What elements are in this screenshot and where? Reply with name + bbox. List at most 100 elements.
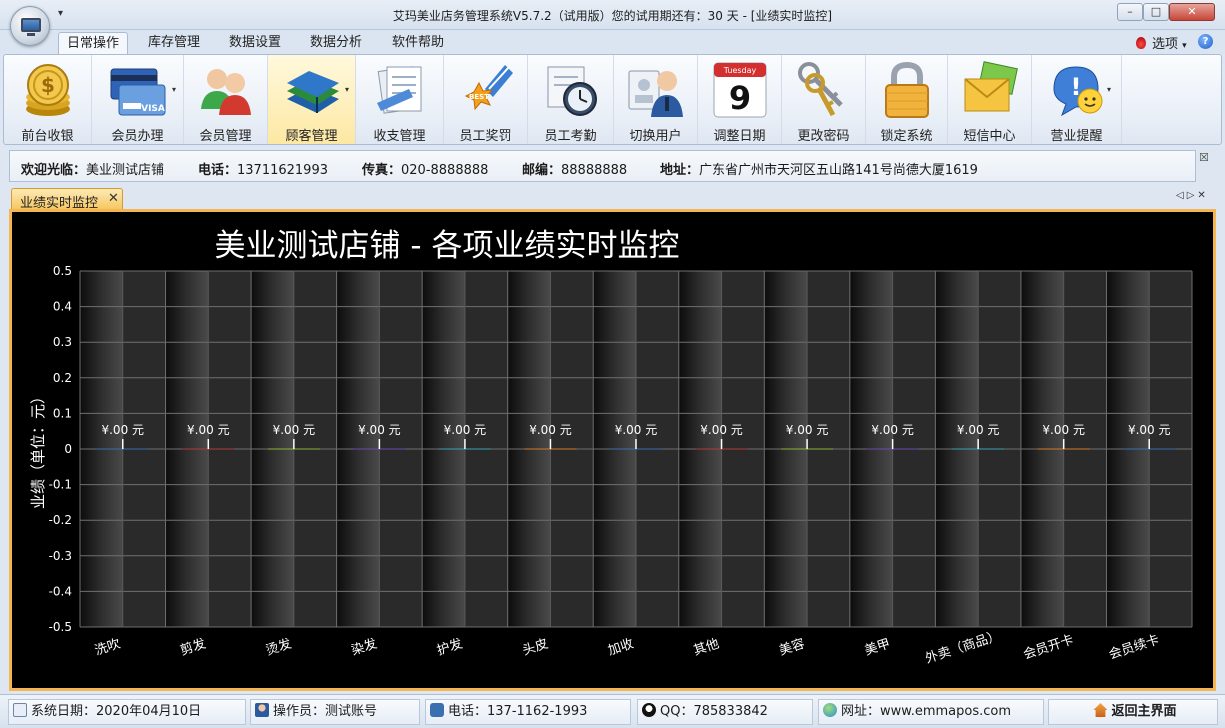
ribbon-label: 会员办理 [111, 129, 164, 144]
chevron-down-icon[interactable]: ▾ [172, 85, 176, 94]
y-tick-label: -0.3 [49, 549, 72, 563]
award-badge-icon: BEST [464, 65, 513, 111]
ribbon-toolbar: $ 前台收银 VISA ▾ 会员办理 会员管理 ▾ 顾客管理 收支管理 BEST… [3, 54, 1222, 145]
tab-daily-operations[interactable]: 日常操作 [58, 32, 129, 55]
maximize-button[interactable]: □ [1143, 3, 1169, 21]
member-card-icon: VISA [110, 68, 165, 116]
return-home-button[interactable]: 返回主界面 [1048, 699, 1218, 725]
y-tick-label: 0.3 [53, 335, 72, 349]
calendar-icon: Tuesday 9 [713, 62, 766, 118]
skin-icon [1136, 37, 1146, 49]
business-reminder-button[interactable]: ! ▾ 营业提醒 [1032, 55, 1122, 144]
x-tick-label: 美甲 [863, 637, 892, 659]
ribbon-label: 员工考勤 [544, 129, 597, 144]
tab-software-help[interactable]: 软件帮助 [384, 32, 452, 55]
staff-reward-button[interactable]: BEST 员工奖罚 [444, 55, 528, 144]
y-tick-label: -0.1 [49, 478, 72, 492]
qq-penguin-icon [642, 703, 656, 717]
front-desk-cashier-button[interactable]: $ 前台收银 [4, 55, 92, 144]
adjust-date-button[interactable]: Tuesday 9 调整日期 [698, 55, 782, 144]
documents-icon [376, 66, 421, 114]
coins-icon: $ [25, 64, 70, 116]
globe-icon [823, 703, 837, 717]
options-menu[interactable]: 选项 ▾ [1136, 33, 1187, 52]
users-icon [200, 69, 251, 115]
staff-attendance-button[interactable]: 员工考勤 [528, 55, 614, 144]
monitor-icon [21, 18, 41, 32]
smiley-alert-icon: ! [1052, 66, 1102, 117]
document-tab-strip: 业绩实时监控 ✕ [0, 186, 1225, 211]
ribbon-label: 员工奖罚 [459, 129, 512, 144]
operator-status: 操作员：测试账号 [250, 699, 420, 725]
data-label: ¥.00 元 [957, 423, 1000, 437]
x-tick-label: 护发 [435, 636, 465, 659]
fax-info: 传真：020-8888888 [362, 163, 489, 178]
y-tick-label: 0.4 [53, 300, 72, 314]
tab-data-analysis[interactable]: 数据分析 [302, 32, 370, 55]
title-bar: 艾玛美业店务管理系统V5.7.2（试用版）您的试用期还有：30 天 - [业绩实… [0, 0, 1225, 30]
phone-info: 电话：13711621993 [198, 163, 328, 178]
data-label: ¥.00 元 [529, 423, 572, 437]
address-info: 地址：广东省广州市天河区五山路141号尚德大厦1619 [660, 163, 978, 178]
help-icon[interactable]: ? [1198, 34, 1213, 49]
sms-center-button[interactable]: 短信中心 [948, 55, 1032, 144]
svg-text:$: $ [41, 73, 55, 97]
lock-system-button[interactable]: 锁定系统 [866, 55, 948, 144]
ribbon-label: 短信中心 [963, 129, 1016, 144]
chevron-down-icon: ▾ [1182, 41, 1187, 51]
income-expense-button[interactable]: 收支管理 [356, 55, 444, 144]
data-label: ¥.00 元 [187, 423, 230, 437]
chart-panel: 美业测试店铺 - 各项业绩实时监控 业绩（单位：元） 0.5 0.4 0.3 0.2 0.1… [9, 209, 1216, 691]
zip-info: 邮编：88888888 [522, 163, 628, 178]
chevron-down-icon[interactable]: ▾ [345, 85, 349, 94]
tab-inventory[interactable]: 库存管理 [140, 32, 208, 55]
y-axis-label: 业绩（单位：元） [29, 389, 47, 509]
website-status[interactable]: 网址：www.emmapos.com [818, 699, 1044, 725]
minimize-button[interactable]: – [1117, 3, 1143, 21]
system-date-status: 系统日期：2020年04月10日 [8, 699, 246, 725]
close-info-bar-icon[interactable]: ☒ [1199, 151, 1209, 164]
svg-text:9: 9 [728, 79, 750, 117]
data-label: ¥.00 元 [1042, 423, 1085, 437]
ribbon-label: 营业提醒 [1050, 129, 1103, 144]
data-label: ¥.00 元 [101, 423, 144, 437]
tab-data-settings[interactable]: 数据设置 [221, 32, 289, 55]
books-icon [286, 71, 339, 113]
quick-access-dropdown-icon[interactable]: ▾ [58, 8, 63, 19]
y-tick-label: -0.2 [49, 513, 72, 527]
status-bar: 系统日期：2020年04月10日 操作员：测试账号 电话：137-1162-19… [0, 694, 1225, 728]
ribbon-label: 切换用户 [629, 129, 682, 144]
tab-realtime-monitor[interactable]: 业绩实时监控 ✕ [11, 188, 123, 211]
app-menu-button[interactable] [10, 6, 50, 46]
data-label: ¥.00 元 [273, 423, 316, 437]
envelope-icon [963, 61, 1018, 112]
close-tab-icon[interactable]: ✕ [108, 191, 119, 206]
ribbon-label: 调整日期 [713, 129, 766, 144]
phone-icon [430, 703, 444, 717]
ribbon-label: 锁定系统 [880, 129, 933, 144]
close-window-button[interactable]: ✕ [1169, 3, 1215, 21]
data-label: ¥.00 元 [358, 423, 401, 437]
home-icon [1093, 703, 1108, 717]
x-tick-label: 美容 [777, 636, 807, 659]
tab-navigation[interactable]: ◁▷✕ [1176, 190, 1209, 201]
x-tick-label: 烫发 [264, 636, 294, 659]
change-password-button[interactable]: 更改密码 [782, 55, 866, 144]
svg-text:VISA: VISA [141, 104, 165, 114]
chevron-down-icon[interactable]: ▾ [1107, 85, 1111, 94]
welcome-info: 欢迎光临：美业测试店铺 [21, 163, 165, 178]
svg-text:BEST: BEST [469, 93, 489, 101]
member-register-button[interactable]: VISA ▾ 会员办理 [92, 55, 184, 144]
x-tick-label: 头皮 [521, 637, 550, 659]
x-tick-label: 剪发 [178, 636, 208, 659]
window-title: 艾玛美业店务管理系统V5.7.2（试用版）您的试用期还有：30 天 - [业绩实… [392, 9, 833, 23]
ribbon-label: 更改密码 [797, 129, 850, 144]
x-tick-label: 加收 [606, 637, 635, 659]
ribbon-label: 收支管理 [373, 129, 426, 144]
switch-user-button[interactable]: 切换用户 [614, 55, 698, 144]
ribbon-label: 会员管理 [199, 129, 252, 144]
member-management-button[interactable]: 会员管理 [184, 55, 268, 144]
ribbon-label: 顾客管理 [285, 129, 338, 144]
customer-management-button[interactable]: ▾ 顾客管理 [268, 55, 356, 144]
y-tick-label: -0.4 [49, 584, 72, 598]
